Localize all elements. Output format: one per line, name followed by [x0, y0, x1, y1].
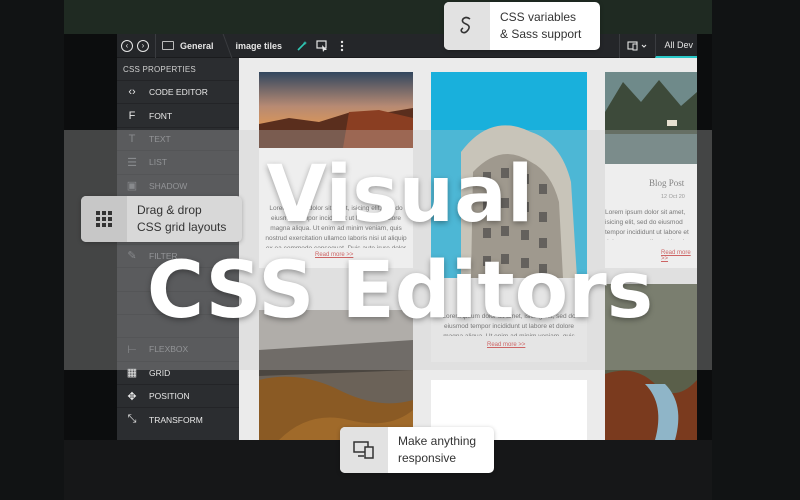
code-icon: ‹› [128, 86, 136, 99]
select-element-icon[interactable] [316, 39, 328, 52]
responsive-callout: Make anything responsive [340, 427, 494, 473]
grid-callout-line-1: Drag & drop [137, 203, 202, 217]
sidebar-item-font[interactable]: F FONT [117, 103, 239, 126]
forward-button[interactable]: › [137, 39, 149, 52]
sidebar-item-label: TRANSFORM [149, 414, 203, 425]
sidebar-item-label: POSITION [149, 391, 190, 402]
sass-callout: CSS variables & Sass support [444, 2, 600, 50]
wand-icon[interactable] [296, 40, 308, 52]
more-options-icon[interactable] [336, 40, 348, 52]
grid-callout: Drag & drop CSS grid layouts [81, 196, 242, 242]
sidebar-item-label: CODE EDITOR [149, 87, 208, 98]
sass-callout-text: CSS variables & Sass support [490, 9, 581, 43]
panel-header: CSS PROPERTIES [123, 64, 196, 74]
device-select[interactable]: All Dev [655, 34, 697, 58]
sass-callout-line-2: & Sass support [500, 27, 582, 41]
headline-line-2: CSS Editors [146, 246, 654, 336]
top-toolbar: ‹ › General image tiles All Dev [117, 34, 697, 58]
sass-icon [444, 2, 490, 50]
grid-dots-icon [81, 196, 127, 242]
sidebar-item-label: FONT [149, 110, 173, 121]
sidebar-item-position[interactable]: ✥ POSITION [117, 384, 239, 407]
transform-icon: ⤡ [127, 413, 137, 426]
device-picker[interactable] [619, 34, 655, 58]
grid-callout-text: Drag & drop CSS grid layouts [127, 202, 226, 236]
position-icon: ✥ [127, 390, 137, 403]
background-top [64, 0, 712, 34]
sidebar-item-transform[interactable]: ⤡ TRANSFORM [117, 407, 239, 430]
folder-icon [162, 41, 174, 50]
responsive-callout-line-1: Make anything [398, 434, 477, 448]
grid-callout-line-2: CSS grid layouts [137, 220, 227, 234]
responsive-callout-text: Make anything responsive [388, 433, 476, 467]
toolbar-right: All Dev [619, 34, 697, 58]
font-icon: F [128, 109, 136, 122]
breadcrumb-general[interactable]: General [180, 34, 220, 58]
sass-callout-line-1: CSS variables [500, 10, 577, 24]
back-button[interactable]: ‹ [121, 39, 133, 52]
sidebar-item-code-editor[interactable]: ‹› CODE EDITOR [117, 80, 239, 103]
breadcrumb-image-tiles[interactable]: image tiles [236, 34, 289, 58]
responsive-devices-icon [340, 427, 388, 473]
responsive-callout-line-2: responsive [398, 451, 457, 465]
toolbar-divider [155, 34, 156, 58]
